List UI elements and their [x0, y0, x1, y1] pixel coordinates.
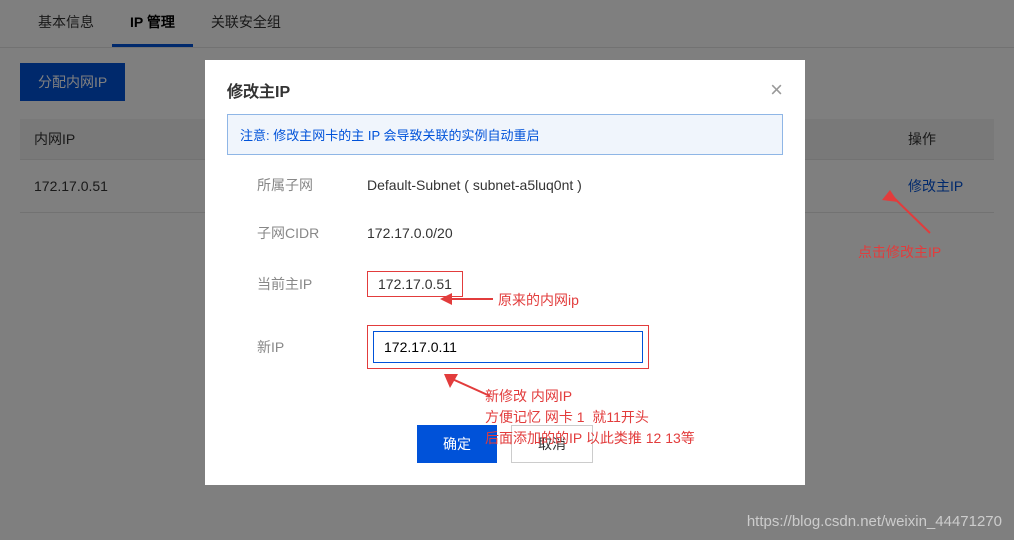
cidr-value: 172.17.0.0/20 — [367, 225, 453, 241]
new-ip-label: 新IP — [257, 337, 367, 357]
cancel-button[interactable]: 取消 — [511, 425, 593, 463]
current-ip-value: 172.17.0.51 — [367, 271, 463, 297]
modal-title: 修改主IP — [227, 78, 290, 102]
subnet-value: Default-Subnet ( subnet-a5luq0nt ) — [367, 177, 582, 193]
subnet-label: 所属子网 — [257, 175, 367, 195]
notice-banner: 注意: 修改主网卡的主 IP 会导致关联的实例自动重启 — [227, 114, 783, 155]
modify-ip-modal: 修改主IP × 注意: 修改主网卡的主 IP 会导致关联的实例自动重启 所属子网… — [205, 60, 805, 485]
cidr-label: 子网CIDR — [257, 223, 367, 243]
confirm-button[interactable]: 确定 — [417, 425, 497, 463]
close-icon[interactable]: × — [770, 79, 783, 101]
new-ip-input[interactable] — [373, 331, 643, 363]
watermark: https://blog.csdn.net/weixin_44471270 — [747, 513, 1002, 530]
current-ip-label: 当前主IP — [257, 274, 367, 294]
